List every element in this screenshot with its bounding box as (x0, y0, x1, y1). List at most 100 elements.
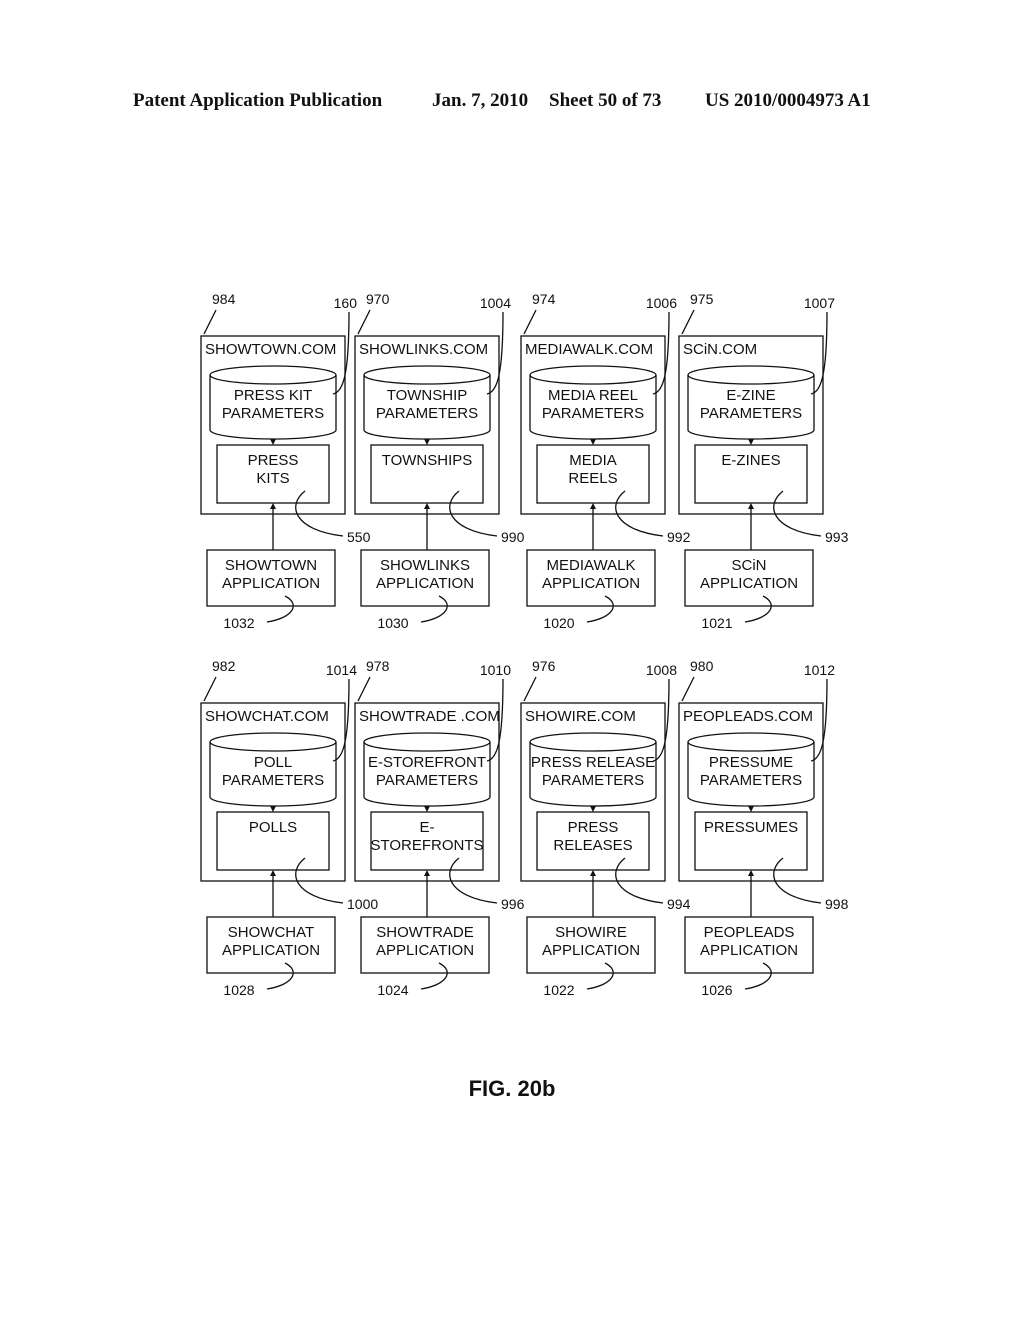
site-ref-leader (203, 676, 217, 702)
site-title: SHOWCHAT.COM (205, 708, 329, 725)
database-ref-number: 1007 (804, 295, 835, 311)
item-ref-number: 550 (347, 529, 371, 545)
site-box (354, 335, 500, 515)
database-label-line1: PRESS KIT (234, 387, 312, 404)
item-label-line2: RELEASES (553, 837, 632, 854)
item-label-line1: PRESS (568, 819, 619, 836)
item-label-line1: POLLS (249, 819, 297, 836)
database-ref-number: 1006 (646, 295, 677, 311)
database-label-line1: E-ZINE (726, 387, 775, 404)
site-title: SHOWTRADE .COM (359, 708, 500, 725)
application-ref-number: 1028 (223, 982, 254, 998)
site-box (200, 702, 346, 882)
site-title: SHOWLINKS.COM (359, 341, 488, 358)
site-ref-number: 978 (366, 658, 390, 674)
database-cylinder-top (687, 732, 815, 752)
application-ref-leader (744, 962, 772, 990)
arrow-head-icon (270, 806, 276, 812)
database-ref-number: 1014 (326, 662, 357, 678)
application-ref-leader (266, 962, 294, 990)
database-cylinder-top (363, 365, 491, 385)
application-ref-leader (420, 595, 448, 623)
application-label-line1: SHOWCHAT (228, 924, 314, 941)
database-ref-number: 1004 (480, 295, 511, 311)
site-ref-number: 970 (366, 291, 390, 307)
application-label-line1: SCiN (731, 557, 766, 574)
item-ref-number: 1000 (347, 896, 378, 912)
application-ref-number: 1020 (543, 615, 574, 631)
site-ref-number: 982 (212, 658, 236, 674)
item-label-line2: REELS (568, 470, 617, 487)
database-label-line2: PARAMETERS (542, 405, 644, 422)
application-label-line2: APPLICATION (222, 575, 320, 592)
site-box (200, 335, 346, 515)
site-group-peopleads-com: PEOPLEADS.COM 980 PRESSUMEPARAMETERS 1012 PR… (678, 658, 849, 998)
application-label-line1: SHOWIRE (555, 924, 627, 941)
database-label-line2: PARAMETERS (376, 405, 478, 422)
arrow-head-icon (270, 439, 276, 445)
database-cylinder-top (363, 732, 491, 752)
application-label-line1: PEOPLEADS (704, 924, 795, 941)
site-ref-number: 976 (532, 658, 556, 674)
site-title: MEDIAWALK.COM (525, 341, 653, 358)
site-ref-number: 980 (690, 658, 714, 674)
database-cylinder-top (209, 732, 337, 752)
site-ref-number: 974 (532, 291, 556, 307)
application-label-line2: APPLICATION (542, 942, 640, 959)
application-label-line2: APPLICATION (376, 575, 474, 592)
application-label-line2: APPLICATION (222, 942, 320, 959)
site-title: PEOPLEADS.COM (683, 708, 813, 725)
site-ref-leader (203, 309, 217, 335)
application-ref-number: 1026 (701, 982, 732, 998)
system-diagram: SHOWTOWN.COM984PRESS KITPARAMETERS160PRE… (200, 291, 849, 998)
item-label-line2: STOREFRONTS (370, 837, 483, 854)
database-label-line2: PARAMETERS (222, 405, 324, 422)
item-label-line1: E- (420, 819, 435, 836)
arrow-head-icon (748, 439, 754, 445)
site-ref-leader (357, 676, 371, 702)
database-label-line1: TOWNSHIP (387, 387, 468, 404)
application-label-line1: SHOWTRADE (376, 924, 474, 941)
application-ref-number: 1032 (223, 615, 254, 631)
database-label-line2: PARAMETERS (700, 772, 802, 789)
application-label-line2: APPLICATION (700, 575, 798, 592)
database-ref-number: 160 (334, 295, 358, 311)
site-group-showtown-com: SHOWTOWN.COM 984 PRESS KITPARAMETERS 160 PRE… (200, 291, 371, 631)
database-ref-number: 1012 (804, 662, 835, 678)
item-ref-number: 998 (825, 896, 849, 912)
site-group-scin-com: SCiN.COM 975 E-ZINEPARAMETERS 1007 E-ZINES 99… (678, 291, 849, 631)
site-ref-leader (681, 676, 695, 702)
site-box (520, 335, 666, 515)
application-label-line2: APPLICATION (376, 942, 474, 959)
database-ref-number: 1010 (480, 662, 511, 678)
arrow-head-icon (748, 806, 754, 812)
application-label-line2: APPLICATION (700, 942, 798, 959)
arrow-head-icon (748, 503, 754, 509)
database-label-line1: MEDIA REEL (548, 387, 638, 404)
arrow-head-icon (424, 806, 430, 812)
item-label-line1: PRESSUMES (704, 819, 798, 836)
site-title: SHOWTOWN.COM (205, 341, 336, 358)
site-group-showlinks-com: SHOWLINKS.COM 970 TOWNSHIPPARAMETERS 1004 TO… (354, 291, 525, 631)
site-group-showchat-com: SHOWCHAT.COM 982 POLLPARAMETERS 1014 POLLS 10… (200, 658, 378, 998)
application-ref-number: 1021 (701, 615, 732, 631)
arrow-head-icon (590, 870, 596, 876)
site-ref-number: 984 (212, 291, 236, 307)
arrow-head-icon (424, 870, 430, 876)
arrow-head-icon (270, 503, 276, 509)
application-ref-leader (266, 595, 294, 623)
site-group-showire-com: SHOWIRE.COM 976 PRESS RELEASEPARAMETERS 100… (520, 658, 691, 998)
item-label-line2: KITS (256, 470, 289, 487)
application-ref-number: 1030 (377, 615, 408, 631)
database-label-line2: PARAMETERS (222, 772, 324, 789)
site-group-showtrade-com: SHOWTRADE .COM 978 E-STOREFRONTPARAMETERS 1… (354, 658, 525, 998)
database-cylinder-top (687, 365, 815, 385)
item-ref-number: 992 (667, 529, 691, 545)
arrow-head-icon (590, 503, 596, 509)
site-ref-leader (681, 309, 695, 335)
site-box (678, 335, 824, 515)
application-label-line2: APPLICATION (542, 575, 640, 592)
application-ref-leader (420, 962, 448, 990)
application-ref-number: 1022 (543, 982, 574, 998)
database-cylinder-top (529, 732, 657, 752)
